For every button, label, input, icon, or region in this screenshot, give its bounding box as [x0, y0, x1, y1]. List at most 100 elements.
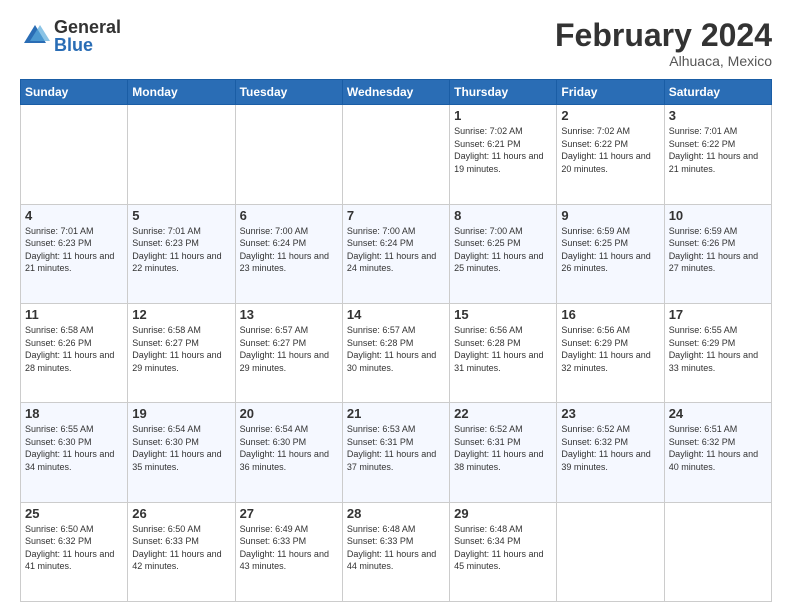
day-info: Sunrise: 6:56 AM Sunset: 6:29 PM Dayligh…: [561, 324, 659, 374]
day-info: Sunrise: 6:51 AM Sunset: 6:32 PM Dayligh…: [669, 423, 767, 473]
day-number: 9: [561, 208, 659, 223]
day-info: Sunrise: 7:02 AM Sunset: 6:21 PM Dayligh…: [454, 125, 552, 175]
calendar-day-cell: 11Sunrise: 6:58 AM Sunset: 6:26 PM Dayli…: [21, 303, 128, 402]
calendar-day-cell: 2 Sunrise: 7:02 AM Sunset: 6:22 PM Daylig…: [557, 105, 664, 204]
calendar-day-cell: 8 Sunrise: 7:00 AM Sunset: 6:25 PM Daylig…: [450, 204, 557, 303]
day-info: Sunrise: 7:00 AM Sunset: 6:25 PM Dayligh…: [454, 225, 552, 275]
calendar-day-cell: 3 Sunrise: 7:01 AM Sunset: 6:22 PM Daylig…: [664, 105, 771, 204]
day-info: Sunrise: 7:02 AM Sunset: 6:22 PM Dayligh…: [561, 125, 659, 175]
day-number: 19: [132, 406, 230, 421]
calendar-day-header: Friday: [557, 80, 664, 105]
day-number: 7: [347, 208, 445, 223]
calendar-week-row: 1 Sunrise: 7:02 AM Sunset: 6:21 PM Daylig…: [21, 105, 772, 204]
calendar-week-row: 4Sunrise: 7:01 AM Sunset: 6:23 PM Daylig…: [21, 204, 772, 303]
logo-text: General Blue: [54, 18, 121, 54]
day-number: 6: [240, 208, 338, 223]
day-number: 2: [561, 108, 659, 123]
day-number: 11: [25, 307, 123, 322]
day-info: Sunrise: 6:59 AM Sunset: 6:25 PM Dayligh…: [561, 225, 659, 275]
calendar-day-header: Wednesday: [342, 80, 449, 105]
day-info: Sunrise: 6:57 AM Sunset: 6:27 PM Dayligh…: [240, 324, 338, 374]
calendar-day-cell: [557, 502, 664, 601]
calendar-day-header: Sunday: [21, 80, 128, 105]
day-number: 21: [347, 406, 445, 421]
calendar-day-cell: 25 Sunrise: 6:50 AM Sunset: 6:32 PM Dayli…: [21, 502, 128, 601]
calendar-week-row: 25 Sunrise: 6:50 AM Sunset: 6:32 PM Dayli…: [21, 502, 772, 601]
calendar-day-cell: 16 Sunrise: 6:56 AM Sunset: 6:29 PM Dayli…: [557, 303, 664, 402]
logo-blue-text: Blue: [54, 36, 121, 54]
day-info: Sunrise: 7:01 AM Sunset: 6:22 PM Dayligh…: [669, 125, 767, 175]
calendar-day-cell: 17 Sunrise: 6:55 AM Sunset: 6:29 PM Dayli…: [664, 303, 771, 402]
day-info: Sunrise: 6:58 AM Sunset: 6:27 PM Dayligh…: [132, 324, 230, 374]
day-number: 14: [347, 307, 445, 322]
calendar-day-cell: [128, 105, 235, 204]
day-number: 25: [25, 506, 123, 521]
calendar-day-cell: 14 Sunrise: 6:57 AM Sunset: 6:28 PM Dayli…: [342, 303, 449, 402]
calendar-day-cell: 10 Sunrise: 6:59 AM Sunset: 6:26 PM Dayli…: [664, 204, 771, 303]
calendar-day-cell: 19Sunrise: 6:54 AM Sunset: 6:30 PM Dayli…: [128, 403, 235, 502]
day-number: 23: [561, 406, 659, 421]
calendar-day-cell: 28 Sunrise: 6:48 AM Sunset: 6:33 PM Dayli…: [342, 502, 449, 601]
calendar-day-cell: 7 Sunrise: 7:00 AM Sunset: 6:24 PM Daylig…: [342, 204, 449, 303]
day-info: Sunrise: 7:00 AM Sunset: 6:24 PM Dayligh…: [347, 225, 445, 275]
day-info: Sunrise: 6:54 AM Sunset: 6:30 PM Dayligh…: [240, 423, 338, 473]
calendar-day-header: Saturday: [664, 80, 771, 105]
header: General Blue February 2024 Alhuaca, Mexi…: [20, 18, 772, 69]
day-info: Sunrise: 6:50 AM Sunset: 6:32 PM Dayligh…: [25, 523, 123, 573]
page: General Blue February 2024 Alhuaca, Mexi…: [0, 0, 792, 612]
day-info: Sunrise: 6:52 AM Sunset: 6:31 PM Dayligh…: [454, 423, 552, 473]
day-info: Sunrise: 6:53 AM Sunset: 6:31 PM Dayligh…: [347, 423, 445, 473]
day-number: 12: [132, 307, 230, 322]
calendar-day-cell: 26Sunrise: 6:50 AM Sunset: 6:33 PM Dayli…: [128, 502, 235, 601]
day-number: 27: [240, 506, 338, 521]
calendar-day-cell: [235, 105, 342, 204]
calendar-table: SundayMondayTuesdayWednesdayThursdayFrid…: [20, 79, 772, 602]
title-block: February 2024 Alhuaca, Mexico: [555, 18, 772, 69]
day-number: 18: [25, 406, 123, 421]
calendar-day-cell: [21, 105, 128, 204]
calendar-week-row: 11Sunrise: 6:58 AM Sunset: 6:26 PM Dayli…: [21, 303, 772, 402]
day-number: 24: [669, 406, 767, 421]
day-number: 10: [669, 208, 767, 223]
calendar-day-cell: 4Sunrise: 7:01 AM Sunset: 6:23 PM Daylig…: [21, 204, 128, 303]
calendar-day-cell: 27 Sunrise: 6:49 AM Sunset: 6:33 PM Dayli…: [235, 502, 342, 601]
day-number: 3: [669, 108, 767, 123]
calendar-day-cell: 6Sunrise: 7:00 AM Sunset: 6:24 PM Daylig…: [235, 204, 342, 303]
day-number: 13: [240, 307, 338, 322]
calendar-day-cell: [664, 502, 771, 601]
calendar-day-cell: 1 Sunrise: 7:02 AM Sunset: 6:21 PM Daylig…: [450, 105, 557, 204]
calendar-day-cell: 29 Sunrise: 6:48 AM Sunset: 6:34 PM Dayli…: [450, 502, 557, 601]
calendar-day-cell: 21 Sunrise: 6:53 AM Sunset: 6:31 PM Dayli…: [342, 403, 449, 502]
calendar-day-cell: 23 Sunrise: 6:52 AM Sunset: 6:32 PM Dayli…: [557, 403, 664, 502]
subtitle: Alhuaca, Mexico: [555, 53, 772, 69]
calendar-header-row: SundayMondayTuesdayWednesdayThursdayFrid…: [21, 80, 772, 105]
calendar-day-cell: 9 Sunrise: 6:59 AM Sunset: 6:25 PM Daylig…: [557, 204, 664, 303]
day-info: Sunrise: 6:56 AM Sunset: 6:28 PM Dayligh…: [454, 324, 552, 374]
day-info: Sunrise: 6:59 AM Sunset: 6:26 PM Dayligh…: [669, 225, 767, 275]
day-number: 17: [669, 307, 767, 322]
calendar-day-header: Thursday: [450, 80, 557, 105]
day-info: Sunrise: 6:57 AM Sunset: 6:28 PM Dayligh…: [347, 324, 445, 374]
day-number: 16: [561, 307, 659, 322]
day-info: Sunrise: 6:55 AM Sunset: 6:29 PM Dayligh…: [669, 324, 767, 374]
day-info: Sunrise: 7:01 AM Sunset: 6:23 PM Dayligh…: [25, 225, 123, 275]
day-number: 28: [347, 506, 445, 521]
day-number: 8: [454, 208, 552, 223]
day-info: Sunrise: 6:48 AM Sunset: 6:34 PM Dayligh…: [454, 523, 552, 573]
day-number: 15: [454, 307, 552, 322]
day-number: 5: [132, 208, 230, 223]
logo-general-text: General: [54, 18, 121, 36]
calendar-day-cell: 22Sunrise: 6:52 AM Sunset: 6:31 PM Dayli…: [450, 403, 557, 502]
calendar-day-cell: 12 Sunrise: 6:58 AM Sunset: 6:27 PM Dayli…: [128, 303, 235, 402]
calendar-week-row: 18 Sunrise: 6:55 AM Sunset: 6:30 PM Dayli…: [21, 403, 772, 502]
calendar-day-cell: 24 Sunrise: 6:51 AM Sunset: 6:32 PM Dayli…: [664, 403, 771, 502]
day-info: Sunrise: 6:49 AM Sunset: 6:33 PM Dayligh…: [240, 523, 338, 573]
calendar-day-header: Monday: [128, 80, 235, 105]
day-info: Sunrise: 6:55 AM Sunset: 6:30 PM Dayligh…: [25, 423, 123, 473]
calendar-day-header: Tuesday: [235, 80, 342, 105]
day-number: 29: [454, 506, 552, 521]
day-info: Sunrise: 6:48 AM Sunset: 6:33 PM Dayligh…: [347, 523, 445, 573]
day-info: Sunrise: 6:52 AM Sunset: 6:32 PM Dayligh…: [561, 423, 659, 473]
day-number: 26: [132, 506, 230, 521]
day-number: 1: [454, 108, 552, 123]
